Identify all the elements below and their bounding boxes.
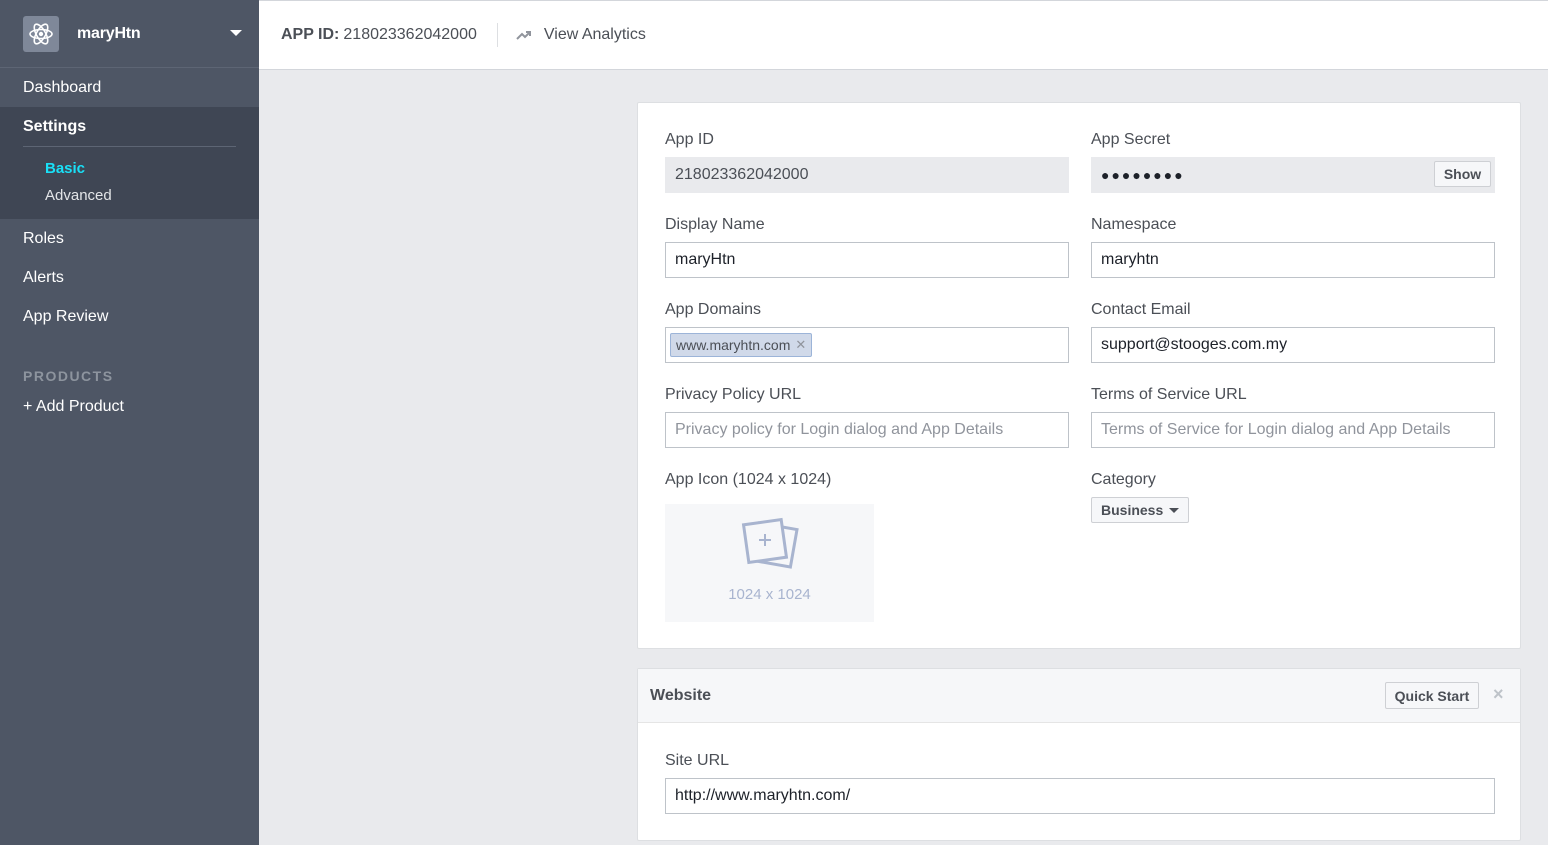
chevron-down-icon[interactable] (230, 30, 242, 36)
sidebar-subitem-basic[interactable]: Basic (0, 155, 259, 182)
chevron-down-icon (1169, 507, 1180, 513)
website-card: Website Quick Start × Site URL http://ww… (637, 668, 1521, 841)
sidebar-item-app-review[interactable]: App Review (0, 297, 259, 336)
namespace-label: Namespace (1091, 216, 1177, 233)
remove-tag-icon[interactable]: ✕ (795, 337, 806, 353)
website-title: Website (650, 686, 712, 704)
sidebar-item-settings[interactable]: Settings (0, 107, 259, 146)
icon-size-text: 1024 x 1024 (728, 586, 811, 603)
category-value: Business (1101, 502, 1164, 518)
privacy-policy-label: Privacy Policy URL (665, 386, 802, 403)
app-id-field-label: App ID (665, 131, 714, 148)
view-analytics-label: View Analytics (543, 26, 646, 43)
website-header: Website Quick Start × (638, 669, 1520, 723)
app-id-value: 218023362042000 (343, 26, 477, 43)
app-domains-label: App Domains (665, 301, 762, 318)
category-dropdown[interactable]: Business (1091, 497, 1190, 523)
terms-of-service-label: Terms of Service URL (1091, 386, 1247, 403)
app-id-label: APP ID: (281, 26, 340, 43)
app-name: maryHtn (77, 24, 141, 42)
show-secret-button[interactable]: Show (1434, 161, 1491, 187)
settings-group: Settings Basic Advanced (0, 107, 259, 219)
top-bar: APP ID: 218023362042000 View Analytics (259, 0, 1548, 70)
domain-tag-label: www.maryhtn.com (676, 337, 791, 353)
divider (496, 23, 498, 47)
contact-email-label: Contact Email (1091, 301, 1191, 318)
app-secret-field-label: App Secret (1091, 131, 1171, 148)
app-switcher[interactable]: maryHtn (0, 0, 259, 68)
app-domains-field[interactable]: www.maryhtn.com ✕ (665, 327, 1069, 363)
view-analytics-link[interactable]: View Analytics (516, 26, 646, 44)
sidebar: maryHtn Dashboard Settings Basic Advance… (0, 0, 259, 845)
app-icon-upload[interactable]: 1024 x 1024 (665, 504, 874, 622)
site-url-label: Site URL (665, 752, 730, 769)
namespace-field[interactable]: maryhtn (1091, 242, 1495, 278)
privacy-policy-field[interactable]: Privacy policy for Login dialog and App … (665, 412, 1069, 448)
sidebar-subitem-advanced[interactable]: Advanced (0, 182, 259, 209)
display-name-field[interactable]: maryHtn (665, 242, 1069, 278)
add-product-link[interactable]: + Add Product (0, 398, 259, 416)
app-icon-label: App Icon (1024 x 1024) (665, 471, 832, 488)
site-url-field[interactable]: http://www.maryhtn.com/ (665, 778, 1495, 814)
basic-settings-card: App ID 218023362042000 App Secret ●●●●●●… (637, 102, 1521, 649)
close-icon[interactable]: × (1493, 684, 1504, 705)
app-id-field[interactable]: 218023362042000 (665, 157, 1069, 193)
app-secret-value: ●●●●●●●● (1101, 167, 1185, 183)
products-heading: PRODUCTS (23, 368, 114, 384)
divider (23, 146, 236, 147)
sidebar-item-alerts[interactable]: Alerts (0, 258, 259, 297)
domain-tag: www.maryhtn.com ✕ (670, 333, 813, 357)
sidebar-item-dashboard[interactable]: Dashboard (0, 68, 259, 107)
app-logo-icon (23, 15, 59, 52)
display-name-label: Display Name (665, 216, 765, 233)
contact-email-field[interactable]: support@stooges.com.my (1091, 327, 1495, 363)
sidebar-item-roles[interactable]: Roles (0, 219, 259, 258)
quick-start-button[interactable]: Quick Start (1385, 682, 1479, 709)
add-image-icon (741, 517, 799, 569)
category-label: Category (1091, 471, 1156, 488)
terms-of-service-field[interactable]: Terms of Service for Login dialog and Ap… (1091, 412, 1495, 448)
trend-up-icon (516, 31, 531, 40)
